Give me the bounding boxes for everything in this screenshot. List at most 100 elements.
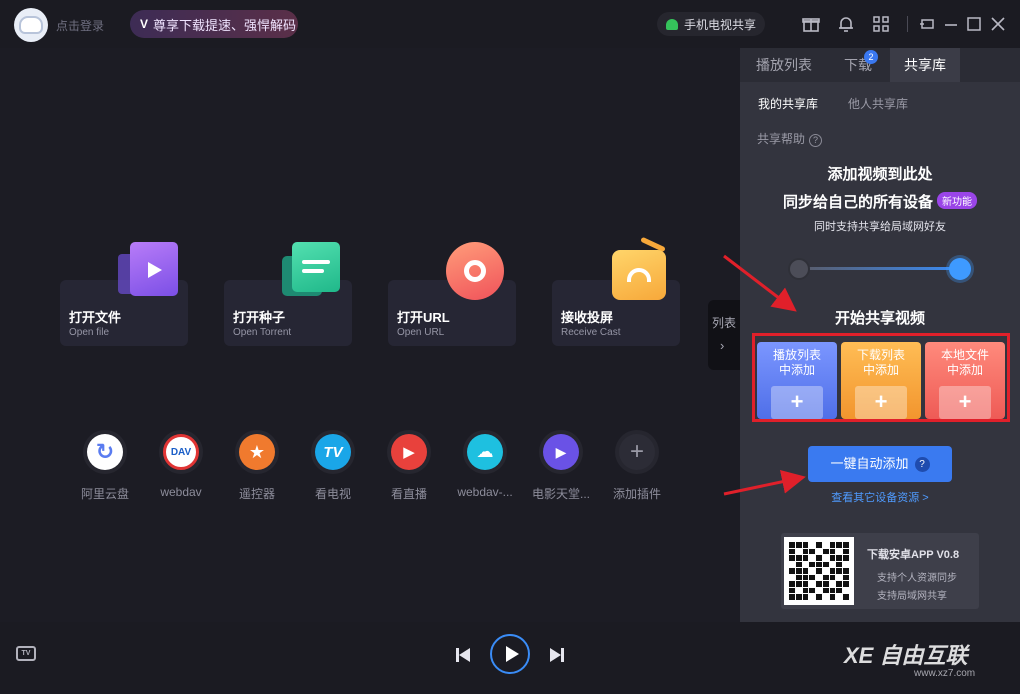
auto-add-button[interactable]: 一键自动添加? [808, 446, 952, 482]
headline-sync: 同步给自己的所有设备 新功能 [740, 191, 1020, 212]
new-feature-badge: 新功能 [937, 192, 977, 209]
app-aliyun-drive[interactable]: ↻ 阿里云盘 [70, 430, 140, 502]
user-avatar[interactable] [14, 8, 48, 42]
lan-share-description: 同时支持共享给局域网好友 [814, 221, 946, 233]
plus-icon: + [790, 389, 804, 414]
tab-share-library[interactable]: 共享库 [890, 48, 960, 82]
title-bar: 点击登录 V 尊享下载提速、强悍解码 手机电视共享 [0, 0, 1020, 48]
app-remote-control[interactable]: ★ 遥控器 [222, 430, 292, 502]
aliyun-drive-icon: ↻ [87, 434, 123, 470]
bell-icon[interactable] [836, 14, 856, 34]
live-play-icon: ▶ [391, 434, 427, 470]
question-icon: ? [809, 134, 823, 147]
vip-promo-label: 尊享下载提速、强悍解码 [153, 17, 297, 33]
app-label: webdav [160, 485, 202, 499]
tv-cast-icon[interactable]: TV [16, 646, 36, 661]
chevron-right-icon: › [720, 338, 725, 353]
auto-add-label: 一键自动添加 [830, 456, 909, 471]
plus-icon: + [619, 434, 655, 470]
app-watch-tv[interactable]: TV 看电视 [298, 430, 368, 502]
open-url-card[interactable]: 打开URL Open URL [388, 242, 516, 346]
vip-promo-button[interactable]: V 尊享下载提速、强悍解码 [130, 10, 298, 38]
android-icon [666, 18, 678, 30]
watermark-url: www.xz7.com [914, 668, 976, 679]
plus-icon: + [958, 389, 972, 414]
headline-add-video: 添加视频到此处 [827, 166, 933, 183]
tv-icon: TV [315, 434, 351, 470]
highlight-box: 播放列表 中添加 + 下载列表 中添加 + 本地文件 中添加 + [752, 333, 1010, 422]
qr-code [784, 537, 854, 605]
receive-cast-card[interactable]: 接收投屏 Receive Cast [552, 236, 680, 346]
app-webdav-plugin[interactable]: ☁ webdav-... [450, 430, 520, 499]
maximize-icon[interactable] [964, 14, 984, 34]
app-label: 看直播 [390, 487, 427, 501]
app-label: webdav-... [457, 485, 513, 499]
source-line1: 本地文件 [940, 348, 989, 362]
title-bar-divider [907, 16, 908, 32]
app-webdav[interactable]: DAV webdav [146, 430, 216, 499]
question-icon[interactable]: ? [914, 457, 930, 472]
add-from-playlist-button[interactable]: 播放列表 中添加 + [757, 342, 837, 419]
mini-mode-icon[interactable] [917, 14, 937, 34]
previous-track-button[interactable] [456, 647, 472, 663]
app-promo-line1: 支持个人资源同步 [877, 573, 957, 584]
url-icon [446, 242, 508, 300]
subtab-my-share[interactable]: 我的共享库 [758, 95, 818, 112]
share-progress-start-dot [788, 258, 810, 280]
app-label: 电影天堂... [531, 487, 590, 501]
movie-icon: ▶ [543, 434, 579, 470]
subtab-others-share[interactable]: 他人共享库 [848, 95, 908, 112]
minimize-icon[interactable] [941, 14, 961, 34]
android-app-promo: 下载安卓APP V0.8 支持个人资源同步 支持局域网共享 [781, 533, 979, 609]
watermark-logo: XE 自由互联 [844, 643, 968, 668]
add-from-local-button[interactable]: 本地文件 中添加 + [925, 342, 1005, 419]
app-add-plugin[interactable]: + 添加插件 [602, 430, 672, 502]
source-line2: 中添加 [946, 363, 983, 377]
torrent-file-icon [282, 242, 342, 298]
app-movie-heaven[interactable]: ▶ 电影天堂... [526, 430, 596, 502]
login-link[interactable]: 点击登录 [56, 17, 104, 34]
app-live-stream[interactable]: ▶ 看直播 [374, 430, 444, 502]
cloud-icon: ☁ [467, 434, 503, 470]
share-progress-end-dot [949, 258, 971, 280]
playlist-toggle-label: 列表 [712, 316, 737, 330]
other-devices-link[interactable]: 查看其它设备资源 > [740, 489, 1020, 505]
source-line1: 播放列表 [772, 348, 821, 362]
next-track-button[interactable] [548, 647, 564, 663]
card-title: 打开种子 [233, 310, 286, 325]
phone-tv-share-button[interactable]: 手机电视共享 [657, 12, 765, 36]
apps-grid-icon[interactable] [871, 14, 891, 34]
card-subtitle: Receive Cast [561, 327, 621, 338]
share-progress-track [800, 267, 960, 270]
playlist-toggle[interactable]: 列表 › [708, 300, 740, 370]
video-file-icon [118, 242, 178, 298]
open-file-card[interactable]: 打开文件 Open file [60, 242, 188, 346]
remote-control-icon: ★ [239, 434, 275, 470]
share-help-link[interactable]: 共享帮助? [757, 130, 823, 147]
webdav-icon: DAV [163, 434, 199, 470]
close-icon[interactable] [988, 14, 1008, 34]
app-promo-line2: 支持局域网共享 [877, 591, 947, 602]
play-button[interactable] [490, 634, 530, 674]
phone-share-label: 手机电视共享 [684, 17, 757, 32]
card-title: 打开文件 [69, 310, 122, 325]
main-content-area: 打开文件 Open file 打开种子 Open Torrent 打开URL O… [0, 48, 740, 622]
headline-sync-text: 同步给自己的所有设备 [782, 194, 933, 211]
share-library-panel: 播放列表 下载 共享库 我的共享库 他人共享库 共享帮助? 添加视频到此处 同步… [740, 48, 1020, 622]
gift-icon[interactable] [801, 14, 821, 34]
card-subtitle: Open file [69, 327, 110, 338]
card-title: 接收投屏 [561, 310, 614, 325]
vip-logo-icon: V [140, 17, 149, 31]
card-subtitle: Open URL [397, 327, 445, 338]
plus-icon: + [874, 389, 888, 414]
add-from-download-button[interactable]: 下载列表 中添加 + [841, 342, 921, 419]
app-label: 添加插件 [612, 487, 661, 501]
panel-tabs: 播放列表 下载 共享库 [740, 48, 1020, 82]
download-count-badge: 2 [864, 50, 878, 64]
tab-playlist[interactable]: 播放列表 [756, 48, 812, 82]
app-promo-title: 下载安卓APP V0.8 [867, 549, 960, 561]
start-share-heading: 开始共享视频 [834, 310, 925, 327]
app-label: 遥控器 [238, 487, 275, 501]
open-torrent-card[interactable]: 打开种子 Open Torrent [224, 242, 352, 346]
app-label: 阿里云盘 [80, 487, 129, 501]
